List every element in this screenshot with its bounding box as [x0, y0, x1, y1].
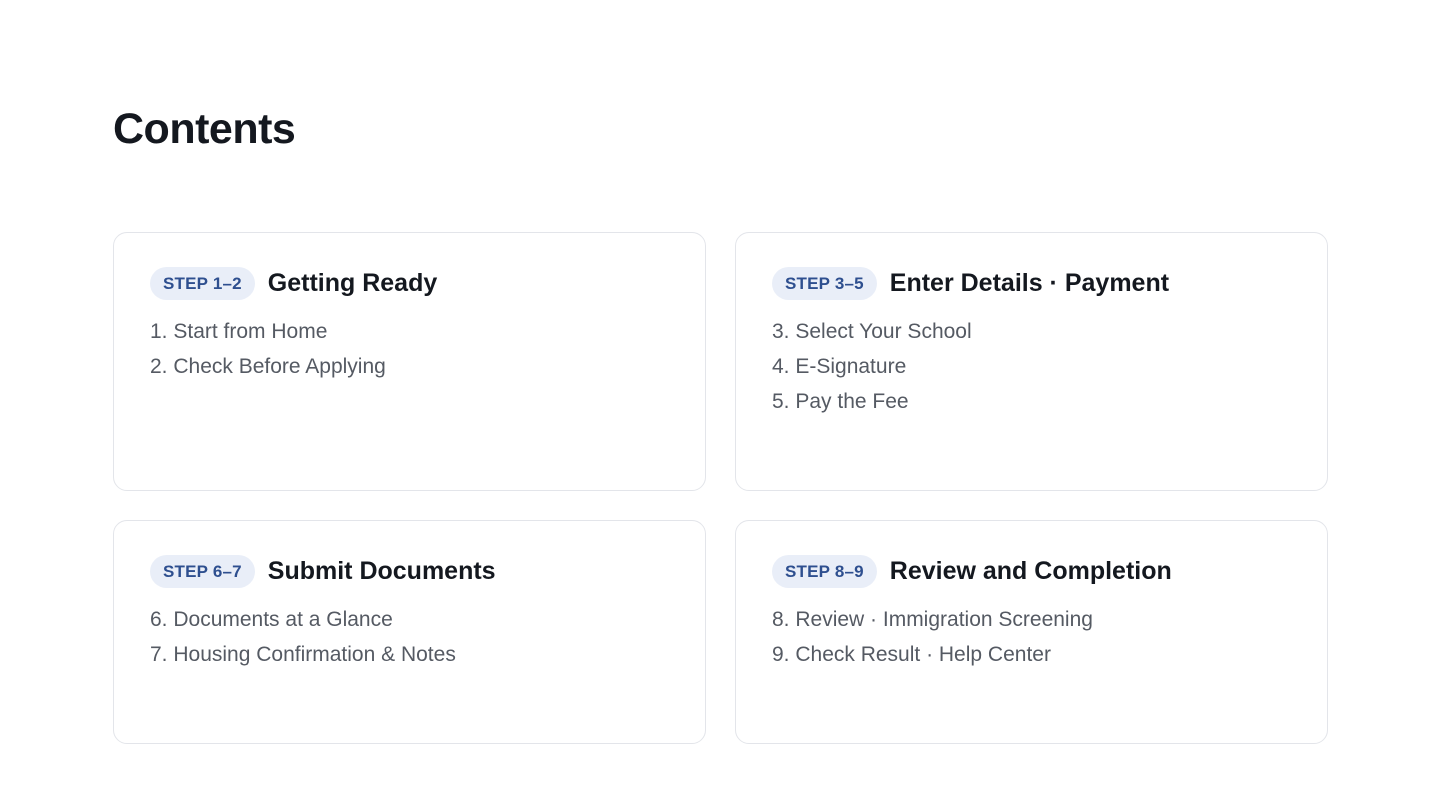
- section-item-link[interactable]: 2. Check Before Applying: [150, 349, 669, 384]
- section-item-list: 8. Review · Immigration Screening 9. Che…: [772, 602, 1291, 672]
- section-item-link[interactable]: 5. Pay the Fee: [772, 384, 1291, 419]
- section-item-list: 6. Documents at a Glance 7. Housing Conf…: [150, 602, 669, 672]
- section-card-review-and-completion[interactable]: STEP 8–9 Review and Completion 8. Review…: [735, 520, 1328, 744]
- section-item-link[interactable]: 8. Review · Immigration Screening: [772, 602, 1291, 637]
- section-header: STEP 3–5 Enter Details · Payment: [772, 265, 1291, 301]
- section-title: Getting Ready: [267, 268, 438, 297]
- section-header: STEP 8–9 Review and Completion: [772, 553, 1291, 589]
- step-badge: STEP 1–2: [150, 266, 255, 300]
- contents-page: Contents STEP 1–2 Getting Ready 1. Start…: [0, 0, 1440, 810]
- page-title: Contents: [113, 105, 296, 153]
- section-title: Review and Completion: [889, 556, 1172, 585]
- section-header: STEP 1–2 Getting Ready: [150, 265, 669, 301]
- section-header: STEP 6–7 Submit Documents: [150, 553, 669, 589]
- step-badge: STEP 8–9: [772, 554, 877, 588]
- section-item-link[interactable]: 7. Housing Confirmation & Notes: [150, 637, 669, 672]
- section-card-submit-documents[interactable]: STEP 6–7 Submit Documents 6. Documents a…: [113, 520, 706, 744]
- section-title: Submit Documents: [267, 556, 496, 585]
- section-item-link[interactable]: 1. Start from Home: [150, 314, 669, 349]
- step-badge: STEP 3–5: [772, 266, 877, 300]
- section-item-link[interactable]: 9. Check Result · Help Center: [772, 637, 1291, 672]
- section-card-enter-details-payment[interactable]: STEP 3–5 Enter Details · Payment 3. Sele…: [735, 232, 1328, 491]
- section-item-list: 3. Select Your School 4. E-Signature 5. …: [772, 314, 1291, 419]
- section-item-list: 1. Start from Home 2. Check Before Apply…: [150, 314, 669, 384]
- step-badge: STEP 6–7: [150, 554, 255, 588]
- section-item-link[interactable]: 6. Documents at a Glance: [150, 602, 669, 637]
- section-title: Enter Details · Payment: [889, 268, 1170, 297]
- section-item-link[interactable]: 4. E-Signature: [772, 349, 1291, 384]
- section-item-link[interactable]: 3. Select Your School: [772, 314, 1291, 349]
- section-card-getting-ready[interactable]: STEP 1–2 Getting Ready 1. Start from Hom…: [113, 232, 706, 491]
